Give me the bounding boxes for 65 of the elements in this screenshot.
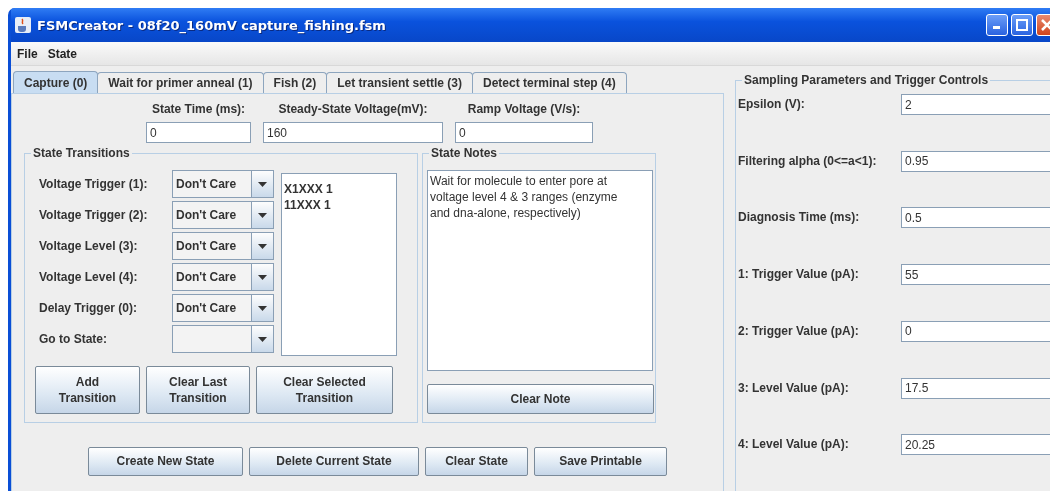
dropdown[interactable]: Don't Care (172, 170, 274, 198)
field-label: Voltage Trigger (1): (39, 177, 149, 191)
field-label: Epsilon (V): (738, 97, 806, 111)
field-label: 4: Level Value (pA): (738, 437, 850, 452)
notes-text-area[interactable]: Wait for molecule to enter pore at voltage level 4 & 3 ranges (enzyme and dna-alone, respectively) (427, 170, 653, 371)
field-label: Voltage Trigger (2): (39, 208, 149, 222)
input-field[interactable]: 0.5 (901, 207, 1050, 229)
dropdown-arrow-icon (258, 181, 267, 187)
input-field[interactable]: 0 (146, 122, 251, 143)
field-label: Filtering alpha (0<=a<1): (738, 153, 878, 168)
field-label: 3: Level Value (pA): (738, 380, 850, 395)
field-label: Voltage Level (3): (39, 239, 139, 253)
close-icon (1041, 19, 1050, 31)
input-field[interactable]: 0 (901, 320, 1050, 342)
transition-button[interactable]: Clear Selected Transition (256, 366, 393, 414)
dropdown[interactable]: Don't Care (172, 263, 274, 291)
menu-item[interactable]: State (47, 46, 77, 61)
field-label: Ramp Voltage (V/s): (466, 102, 582, 116)
input-field[interactable]: 2 (901, 94, 1050, 115)
transition-button[interactable]: Add Transition (35, 366, 140, 414)
field-label: State Time (ms): (150, 102, 247, 116)
maximize-icon (1016, 19, 1028, 31)
field-label: Steady-State Voltage(mV): (277, 102, 429, 116)
field-label: Go to State: (39, 332, 108, 346)
input-field[interactable]: 20.25 (901, 434, 1050, 456)
tab[interactable]: Let transient settle (3) (326, 72, 473, 93)
maximize-button[interactable] (1011, 14, 1033, 36)
dropdown-arrow-icon (258, 305, 267, 311)
dropdown-arrow-icon (258, 243, 267, 249)
coffee-cup-icon (15, 17, 31, 33)
menu-item[interactable]: File (17, 46, 38, 61)
dropdown[interactable]: Don't Care (172, 232, 274, 260)
field-label: Diagnosis Time (ms): (738, 210, 861, 225)
group-title: Sampling Parameters and Trigger Controls (742, 73, 991, 87)
dropdown-arrow-icon (258, 212, 267, 218)
dropdown[interactable]: Don't Care (172, 201, 274, 229)
action-button[interactable]: Create New State (88, 447, 243, 476)
tab[interactable]: Capture (0) (13, 71, 99, 93)
field-label: Delay Trigger (0): (39, 301, 139, 315)
dropdown[interactable]: Don't Care (172, 294, 274, 322)
clear-note-button[interactable]: Clear Note (427, 384, 654, 414)
field-label: 2: Trigger Value (pA): (738, 323, 860, 338)
group-title: State Transitions (31, 146, 132, 160)
tab[interactable]: Fish (2) (262, 72, 328, 93)
dropdown[interactable] (172, 325, 274, 353)
input-field[interactable]: 0.95 (901, 150, 1050, 172)
input-field[interactable]: 160 (263, 122, 443, 143)
action-button[interactable]: Save Printable (534, 447, 667, 476)
field-label: Voltage Level (4): (39, 270, 139, 284)
list-item[interactable]: 11XXX 1 (284, 198, 394, 212)
action-button[interactable]: Delete Current State (249, 447, 419, 476)
input-field[interactable]: 0 (455, 122, 593, 143)
tab[interactable]: Detect terminal step (4) (471, 72, 627, 93)
dropdown-arrow-icon (258, 274, 267, 280)
dropdown-arrow-icon (258, 336, 267, 342)
input-field[interactable]: 17.5 (901, 377, 1050, 399)
window-title: FSMCreator - 08f20_160mV capture_fishing.fsm (37, 17, 387, 33)
minimize-button[interactable] (986, 14, 1008, 36)
input-field[interactable]: 55 (901, 264, 1050, 286)
group-title: State Notes (429, 146, 500, 160)
tab[interactable]: Wait for primer anneal (1) (97, 72, 264, 93)
transition-button[interactable]: Clear Last Transition (146, 366, 250, 414)
action-button[interactable]: Clear State (425, 447, 528, 476)
field-label: 1: Trigger Value (pA): (738, 267, 860, 282)
list-item[interactable]: X1XXX 1 (284, 182, 394, 196)
